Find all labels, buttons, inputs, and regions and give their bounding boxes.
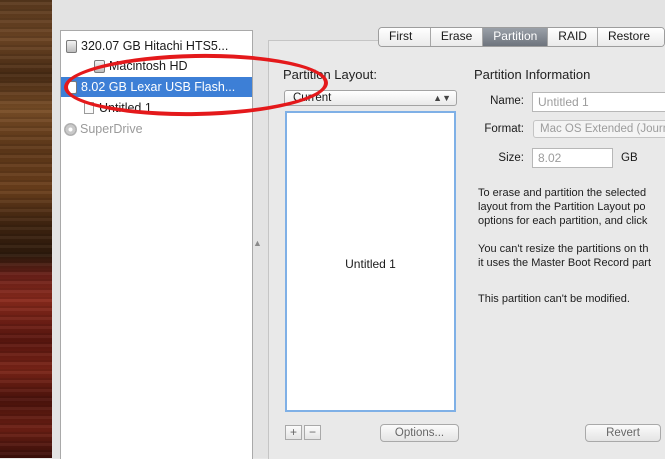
partition-information-heading: Partition Information xyxy=(474,67,591,82)
sidebar-item-label: SuperDrive xyxy=(80,122,143,136)
add-partition-button[interactable]: + xyxy=(285,425,302,440)
partition-map-label: Untitled 1 xyxy=(345,257,396,271)
disk-utility-window: 320.07 GB Hitachi HTS5... Macintosh HD 8… xyxy=(52,0,665,459)
hard-disk-icon xyxy=(66,39,77,53)
desktop-background xyxy=(0,0,52,458)
tab-raid[interactable]: RAID xyxy=(548,28,598,46)
name-label: Name: xyxy=(490,95,524,107)
partition-layout-map[interactable]: Untitled 1 xyxy=(285,111,456,412)
size-unit: GB xyxy=(621,152,638,164)
tab-first-aid[interactable]: First Aid xyxy=(379,28,431,46)
optical-drive-icon xyxy=(64,122,77,136)
modify-notice: This partition can't be modified. xyxy=(478,293,630,305)
erase-instructions: To erase and partition the selected layo… xyxy=(478,187,648,227)
resize-notice: You can't resize the partitions on th it… xyxy=(478,243,652,269)
tab-partition[interactable]: Partition xyxy=(483,28,549,46)
name-field[interactable]: Untitled 1 xyxy=(532,92,665,112)
tab-bar: First Aid Erase Partition RAID Restore xyxy=(378,27,665,47)
sidebar-item-hitachi-disk[interactable]: 320.07 GB Hitachi HTS5... xyxy=(61,36,257,56)
tab-erase[interactable]: Erase xyxy=(430,28,484,46)
remove-partition-button[interactable]: − xyxy=(304,425,321,440)
options-button[interactable]: Options... xyxy=(380,424,459,442)
splitter-handle[interactable]: ▲ xyxy=(253,238,262,248)
updown-arrows-icon: ▲▼ xyxy=(433,93,451,103)
tab-restore[interactable]: Restore xyxy=(597,28,664,46)
sidebar-item-label: 320.07 GB Hitachi HTS5... xyxy=(81,39,229,53)
sidebar-item-superdrive[interactable]: SuperDrive xyxy=(61,119,255,139)
format-label: Format: xyxy=(484,123,524,135)
revert-button[interactable]: Revert xyxy=(585,424,661,442)
size-field[interactable]: 8.02 xyxy=(532,148,613,168)
size-label: Size: xyxy=(498,152,524,164)
format-popup[interactable]: Mac OS Extended (Journ xyxy=(533,120,665,138)
